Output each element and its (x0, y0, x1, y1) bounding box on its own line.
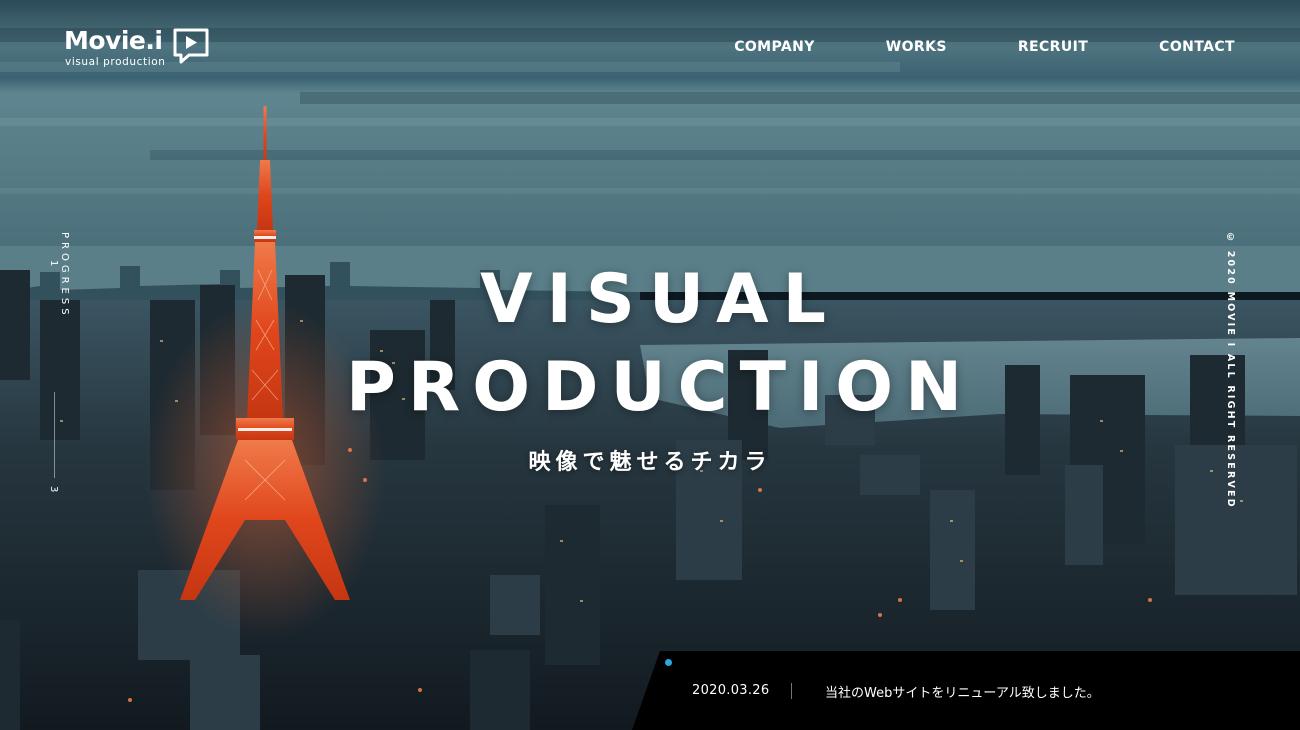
news-bar[interactable]: 2020.03.26 当社のWebサイトをリニューアル致しました。 (632, 651, 1300, 730)
copyright-text: © 2020 MOVIE I ALL RIGHT RESERVED (1225, 232, 1236, 509)
news-link[interactable]: 当社のWebサイトをリニューアル致しました。 (825, 682, 1100, 701)
slide-progress: PROGRESS 1 (48, 232, 70, 319)
nav-company[interactable]: COMPANY (734, 38, 815, 56)
play-speech-bubble-icon (173, 28, 209, 64)
logo-name: Movie.i (64, 26, 163, 55)
news-indicator-dot (665, 659, 672, 666)
hero-title-line2: PRODUCTION (346, 348, 974, 427)
logo-tagline: visual production (65, 56, 166, 68)
nav-works[interactable]: WORKS (886, 38, 947, 56)
hero-section: Movie.i visual production COMPANY WORKS … (0, 0, 1300, 730)
progress-label: PROGRESS (59, 232, 70, 319)
nav-recruit[interactable]: RECRUIT (1018, 38, 1088, 56)
logo[interactable]: Movie.i visual production (64, 26, 214, 70)
hero-subtitle: 映像で魅せるチカラ (528, 450, 772, 475)
progress-track (54, 392, 55, 478)
progress-total: 3 (48, 486, 59, 493)
progress-current: 1 (48, 260, 59, 271)
nav-contact[interactable]: CONTACT (1159, 38, 1235, 56)
hero-title-line1: VISUAL (480, 260, 840, 339)
news-date: 2020.03.26 (692, 683, 770, 698)
news-divider (791, 683, 792, 699)
main-nav: COMPANY WORKS RECRUIT CONTACT (663, 38, 1235, 56)
